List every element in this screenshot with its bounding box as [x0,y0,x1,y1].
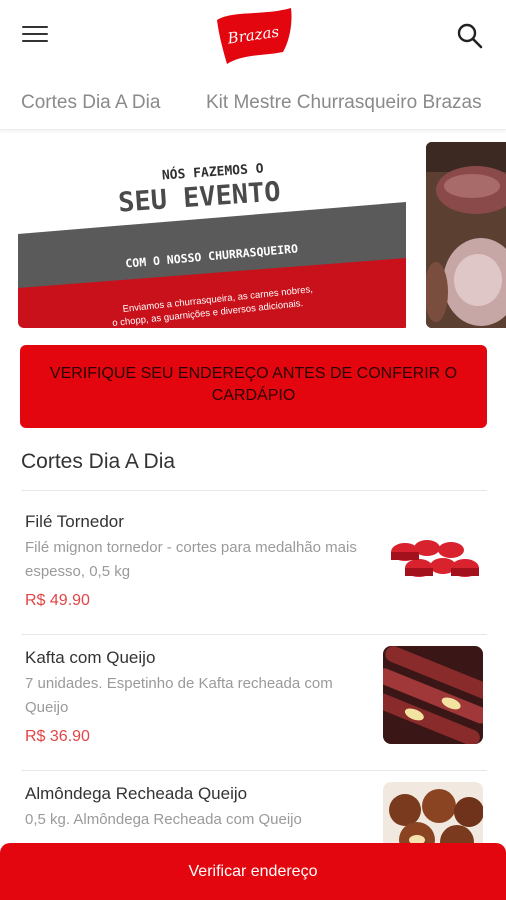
product-price: R$ 36.90 [25,728,90,745]
section-title: Cortes Dia A Dia [21,450,176,473]
promo-banner[interactable]: NÓS FAZEMOS O SEU EVENTO COM O NOSSO CHU… [18,142,410,328]
menu-icon[interactable] [22,26,48,46]
category-tabs: Cortes Dia A Dia Kit Mestre Churrasqueir… [0,74,506,130]
product-name: Kafta com Queijo [25,648,156,667]
product-description: 0,5 kg. Almôndega Recheada com Queijo [25,811,302,828]
verify-address-alert[interactable]: VERIFIQUE SEU ENDEREÇO ANTES DE CONFERIR… [20,345,487,428]
tab-kit-mestre-churrasqueiro[interactable]: Kit Mestre Churrasqueiro Brazas [206,92,482,114]
tab-cortes-dia-a-dia[interactable]: Cortes Dia A Dia [21,92,160,114]
product-description: Filé mignon tornedor - cortes para medal… [25,539,357,580]
product-image [383,510,483,608]
product-image [383,646,483,744]
product-item-almondega-recheada[interactable]: Almôndega Recheada Queijo 0,5 kg. Almônd… [0,770,506,880]
app-header: Brazas [0,0,506,74]
promo-banner-next[interactable] [426,142,506,328]
product-price: R$ 49.90 [25,592,90,609]
banner-graphic: NÓS FAZEMOS O SEU EVENTO COM O NOSSO CHU… [18,142,410,328]
brazas-logo[interactable]: Brazas [213,6,295,66]
product-name: Almôndega Recheada Queijo [25,784,248,803]
product-item-kafta-com-queijo[interactable]: Kafta com Queijo 7 unidades. Espetinho d… [0,634,506,770]
product-name: Filé Tornedor [25,512,124,531]
product-description: 7 unidades. Espetinho de Kafta recheada … [25,675,333,716]
verify-address-button[interactable]: Verificar endereço [0,843,506,900]
product-item-file-tornedor[interactable]: Filé Tornedor Filé mignon tornedor - cor… [0,490,506,634]
search-icon[interactable] [456,22,484,50]
banner-next-image [426,142,506,328]
